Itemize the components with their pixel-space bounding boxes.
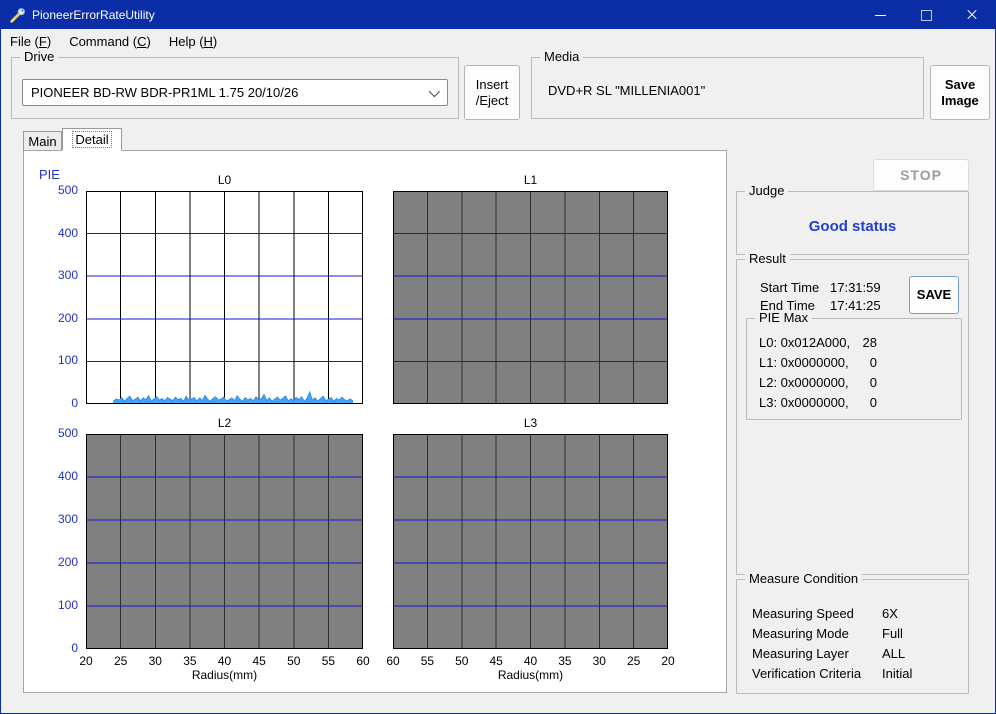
end-time-value: 17:41:25 [830, 298, 881, 313]
pie-max-row-l2-value: 0 [869, 375, 877, 390]
pie-max-group-label: PIE Max [755, 310, 813, 325]
measuring-mode-label: Measuring Mode [752, 626, 849, 641]
pie-max-row-l3-value: 0 [869, 395, 877, 410]
measuring-speed-value: 6X [882, 606, 898, 621]
measure-condition-group-label: Measure Condition [745, 571, 863, 586]
drive-groupbox: Drive PIONEER BD-RW BDR-PR1ML 1.75 20/10… [11, 49, 459, 119]
stop-button-label: STOP [900, 167, 942, 183]
media-value: DVD+R SL "MILLENIA001" [548, 83, 706, 98]
save-button-label: SAVE [916, 287, 952, 302]
close-button[interactable] [949, 1, 995, 29]
insert-eject-button[interactable]: Insert /Eject [464, 65, 520, 120]
judge-status-text: Good status [808, 218, 897, 235]
pie-max-groupbox: PIE Max L0: 0x012A000, 28 L1: 0x0000000,… [746, 310, 962, 420]
menu-help[interactable]: Help (H) [160, 31, 226, 52]
result-group-label: Result [745, 251, 790, 266]
menu-command[interactable]: Command (C) [60, 31, 160, 52]
insert-eject-label-line2: /Eject [475, 92, 509, 108]
window-title: PioneerErrorRateUtility [32, 8, 155, 22]
pie-max-row-l1-value: 0 [869, 355, 877, 370]
save-button[interactable]: SAVE [909, 276, 959, 314]
verification-criteria-label: Verification Criteria [752, 666, 862, 681]
minimize-icon [874, 14, 886, 16]
judge-group-label: Judge [745, 183, 789, 198]
drive-combobox-value: PIONEER BD-RW BDR-PR1ML 1.75 20/10/26 [31, 85, 299, 100]
maximize-button[interactable] [903, 1, 949, 29]
pie-max-row-l0-value: 28 [862, 335, 877, 350]
save-image-label-line2: Image [941, 92, 979, 108]
minimize-button[interactable] [857, 1, 903, 29]
pie-max-row-l1-label: L1: 0x0000000, [759, 355, 849, 370]
menu-bar: File (F) Command (C) Help (H) [1, 29, 995, 54]
drive-combobox[interactable]: PIONEER BD-RW BDR-PR1ML 1.75 20/10/26 [22, 79, 448, 106]
measuring-layer-label: Measuring Layer [752, 646, 849, 661]
pie-max-row-l2-label: L2: 0x0000000, [759, 375, 849, 390]
start-time-value: 17:31:59 [830, 280, 881, 295]
tab-detail[interactable]: Detail [62, 128, 122, 151]
judge-groupbox: Judge Good status [736, 183, 969, 255]
stop-button[interactable]: STOP [873, 159, 969, 191]
pie-max-row-l0-label: L0: 0x012A000, [759, 335, 851, 350]
drive-group-label: Drive [20, 49, 59, 64]
detail-tab-panel [23, 150, 727, 693]
tab-detail-label: Detail [72, 131, 112, 148]
measuring-layer-value: ALL [882, 646, 906, 661]
tab-main-label: Main [28, 134, 57, 149]
media-group-label: Media [540, 49, 584, 64]
insert-eject-label-line1: Insert [475, 76, 509, 92]
verification-criteria-value: Initial [882, 666, 913, 681]
start-time-label: Start Time [760, 280, 820, 295]
close-icon [966, 9, 978, 21]
media-groupbox: Media DVD+R SL "MILLENIA001" [531, 49, 924, 119]
app-icon [10, 7, 25, 23]
result-groupbox: Result Start Time 17:31:59 End Time 17:4… [736, 251, 969, 575]
pie-max-row-l3-label: L3: 0x0000000, [759, 395, 849, 410]
measuring-speed-label: Measuring Speed [752, 606, 854, 621]
title-bar: PioneerErrorRateUtility [1, 1, 995, 29]
measure-condition-groupbox: Measure Condition Measuring Speed 6X Mea… [736, 571, 969, 694]
maximize-icon [920, 9, 932, 21]
save-image-label-line1: Save [944, 76, 976, 92]
app-window: PioneerErrorRateUtility File (F) Command… [0, 0, 996, 714]
save-image-button[interactable]: Save Image [930, 65, 990, 120]
measuring-mode-value: Full [882, 626, 903, 641]
chevron-down-icon [428, 85, 441, 98]
tab-main[interactable]: Main [23, 131, 62, 151]
